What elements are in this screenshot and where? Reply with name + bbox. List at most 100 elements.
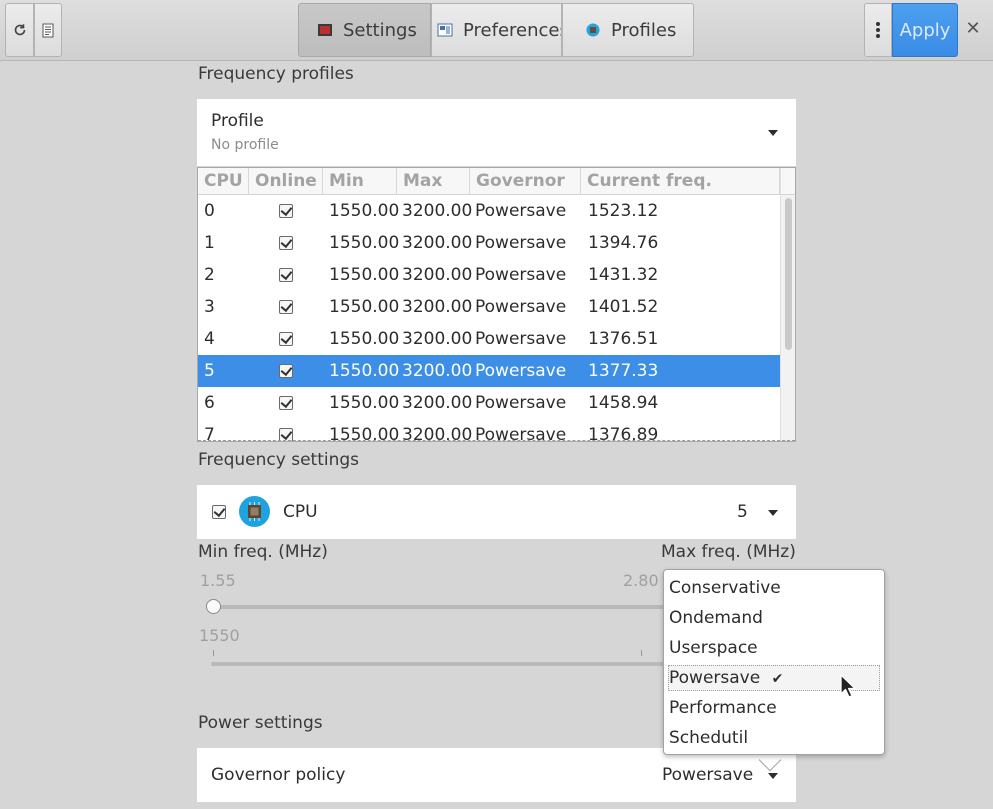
cell-max: 3200.00 (402, 297, 473, 317)
profile-selector[interactable]: Profile No profile (197, 99, 796, 166)
cell-max: 3200.00 (402, 425, 473, 441)
min-freq-slider[interactable] (211, 605, 666, 609)
cpu-enable-checkbox[interactable] (212, 505, 226, 519)
cell-current-freq: 1376.51 (588, 329, 659, 349)
table-row[interactable]: 4 1550.00 3200.00 Powersave 1376.51 (198, 323, 780, 355)
cell-governor: Powersave (475, 329, 567, 349)
online-checkbox[interactable] (279, 364, 293, 378)
tab-profiles[interactable]: Profiles (562, 3, 694, 57)
cell-current-freq: 1523.12 (588, 201, 659, 221)
table-row[interactable]: 6 1550.00 3200.00 Powersave 1458.94 (198, 387, 780, 419)
document-icon (42, 23, 54, 37)
online-checkbox[interactable] (279, 236, 293, 250)
tab-preferences[interactable]: Preferences (431, 3, 562, 57)
cell-current-freq: 1394.76 (588, 233, 659, 253)
table-header: CPU Online Min Max Governor Current freq… (198, 168, 795, 195)
column-header-cpu[interactable]: CPU (198, 168, 249, 195)
frequency-settings-title: Frequency settings (198, 450, 360, 470)
cell-min: 1550.00 (329, 201, 400, 221)
profile-value: No profile (211, 137, 279, 153)
menu-item-userspace[interactable]: Userspace (668, 635, 880, 661)
cell-cpu: 7 (204, 425, 215, 441)
apply-button[interactable]: Apply (892, 3, 958, 57)
cell-max: 3200.00 (402, 265, 473, 285)
settings-tab-icon (318, 24, 332, 36)
profile-label: Profile (211, 111, 264, 131)
online-checkbox[interactable] (279, 332, 293, 346)
column-header-max[interactable]: Max (397, 168, 470, 195)
cell-current-freq: 1458.94 (588, 393, 659, 413)
cpu-number-value[interactable]: 5 (737, 502, 748, 522)
cell-min: 1550.00 (329, 297, 400, 317)
cpu-table: CPU Online Min Max Governor Current freq… (197, 167, 796, 442)
refresh-button[interactable] (5, 3, 34, 57)
cell-current-freq: 1376.89 (588, 425, 659, 441)
column-header-governor[interactable]: Governor (470, 168, 581, 195)
governor-policy-row: Governor policy Powersave (197, 748, 796, 802)
cell-cpu: 4 (204, 329, 215, 349)
cell-governor: Powersave (475, 201, 567, 221)
min-freq-slider-thumb[interactable] (206, 599, 221, 614)
mouse-pointer-icon (840, 674, 856, 698)
online-checkbox[interactable] (279, 396, 293, 410)
close-icon[interactable]: ✕ (962, 18, 984, 40)
cell-max: 3200.00 (402, 361, 473, 381)
tab-settings-label: Settings (343, 19, 417, 41)
table-row[interactable]: 5 1550.00 3200.00 Powersave 1377.33 (198, 355, 780, 387)
max-freq-slider[interactable] (211, 662, 666, 666)
chevron-down-icon[interactable] (768, 510, 778, 516)
scrollbar-header-spacer (781, 168, 795, 195)
cpu-label: CPU (283, 502, 318, 522)
checkmark-icon: ✔ (771, 671, 784, 687)
slider-tick (641, 650, 642, 656)
online-checkbox[interactable] (279, 204, 293, 218)
log-button[interactable] (34, 3, 62, 57)
tab-settings[interactable]: Settings (298, 3, 431, 57)
table-row[interactable]: 2 1550.00 3200.00 Powersave 1431.32 (198, 259, 780, 291)
cpu-chip-icon (239, 496, 270, 527)
table-row[interactable]: 3 1550.00 3200.00 Powersave 1401.52 (198, 291, 780, 323)
cell-max: 3200.00 (402, 201, 473, 221)
menu-button[interactable] (864, 3, 892, 57)
menu-item-schedutil[interactable]: Schedutil (668, 725, 880, 751)
online-checkbox[interactable] (279, 300, 293, 314)
cell-min: 1550.00 (329, 425, 400, 441)
cell-min: 1550.00 (329, 233, 400, 253)
cell-cpu: 3 (204, 297, 215, 317)
cell-min: 1550.00 (329, 329, 400, 349)
governor-policy-value[interactable]: Powersave (662, 765, 753, 785)
column-header-online[interactable]: Online (249, 168, 323, 195)
table-scrollbar[interactable] (780, 168, 795, 441)
table-body: 0 1550.00 3200.00 Powersave 1523.12 1 1550.00 3… (198, 195, 780, 441)
menu-item-conservative[interactable]: Conservative (668, 575, 880, 601)
cell-governor: Powersave (475, 297, 567, 317)
table-row[interactable]: 1 1550.00 3200.00 Powersave 1394.76 (198, 227, 780, 259)
slider-tick (213, 650, 214, 656)
cell-current-freq: 1377.33 (588, 361, 659, 381)
cell-cpu: 5 (204, 361, 215, 381)
column-header-min[interactable]: Min (323, 168, 397, 195)
min-freq-value: 1550 (199, 626, 240, 645)
refresh-icon (14, 24, 25, 36)
cell-cpu: 6 (204, 393, 215, 413)
power-settings-title: Power settings (198, 713, 323, 733)
menu-item-ondemand[interactable]: Ondemand (668, 605, 880, 631)
table-bottom-border (198, 440, 795, 441)
cell-min: 1550.00 (329, 361, 400, 381)
scrollbar-thumb[interactable] (785, 198, 792, 350)
kebab-menu-icon (876, 22, 880, 38)
table-row[interactable]: 0 1550.00 3200.00 Powersave 1523.12 (198, 195, 780, 227)
frequency-profiles-title: Frequency profiles (198, 64, 354, 84)
chevron-down-icon[interactable] (768, 773, 778, 779)
cell-max: 3200.00 (402, 233, 473, 253)
scale-start-label: 1.55 (200, 571, 236, 590)
tab-profiles-label: Profiles (611, 19, 677, 41)
cell-cpu: 1 (204, 233, 215, 253)
preferences-tab-icon (437, 23, 453, 37)
profiles-tab-icon (586, 23, 600, 37)
chevron-down-icon (768, 130, 778, 136)
column-header-current-freq[interactable]: Current freq. (581, 168, 780, 195)
online-checkbox[interactable] (279, 268, 293, 282)
cell-governor: Powersave (475, 425, 567, 441)
table-row[interactable]: 7 1550.00 3200.00 Powersave 1376.89 (198, 419, 780, 441)
